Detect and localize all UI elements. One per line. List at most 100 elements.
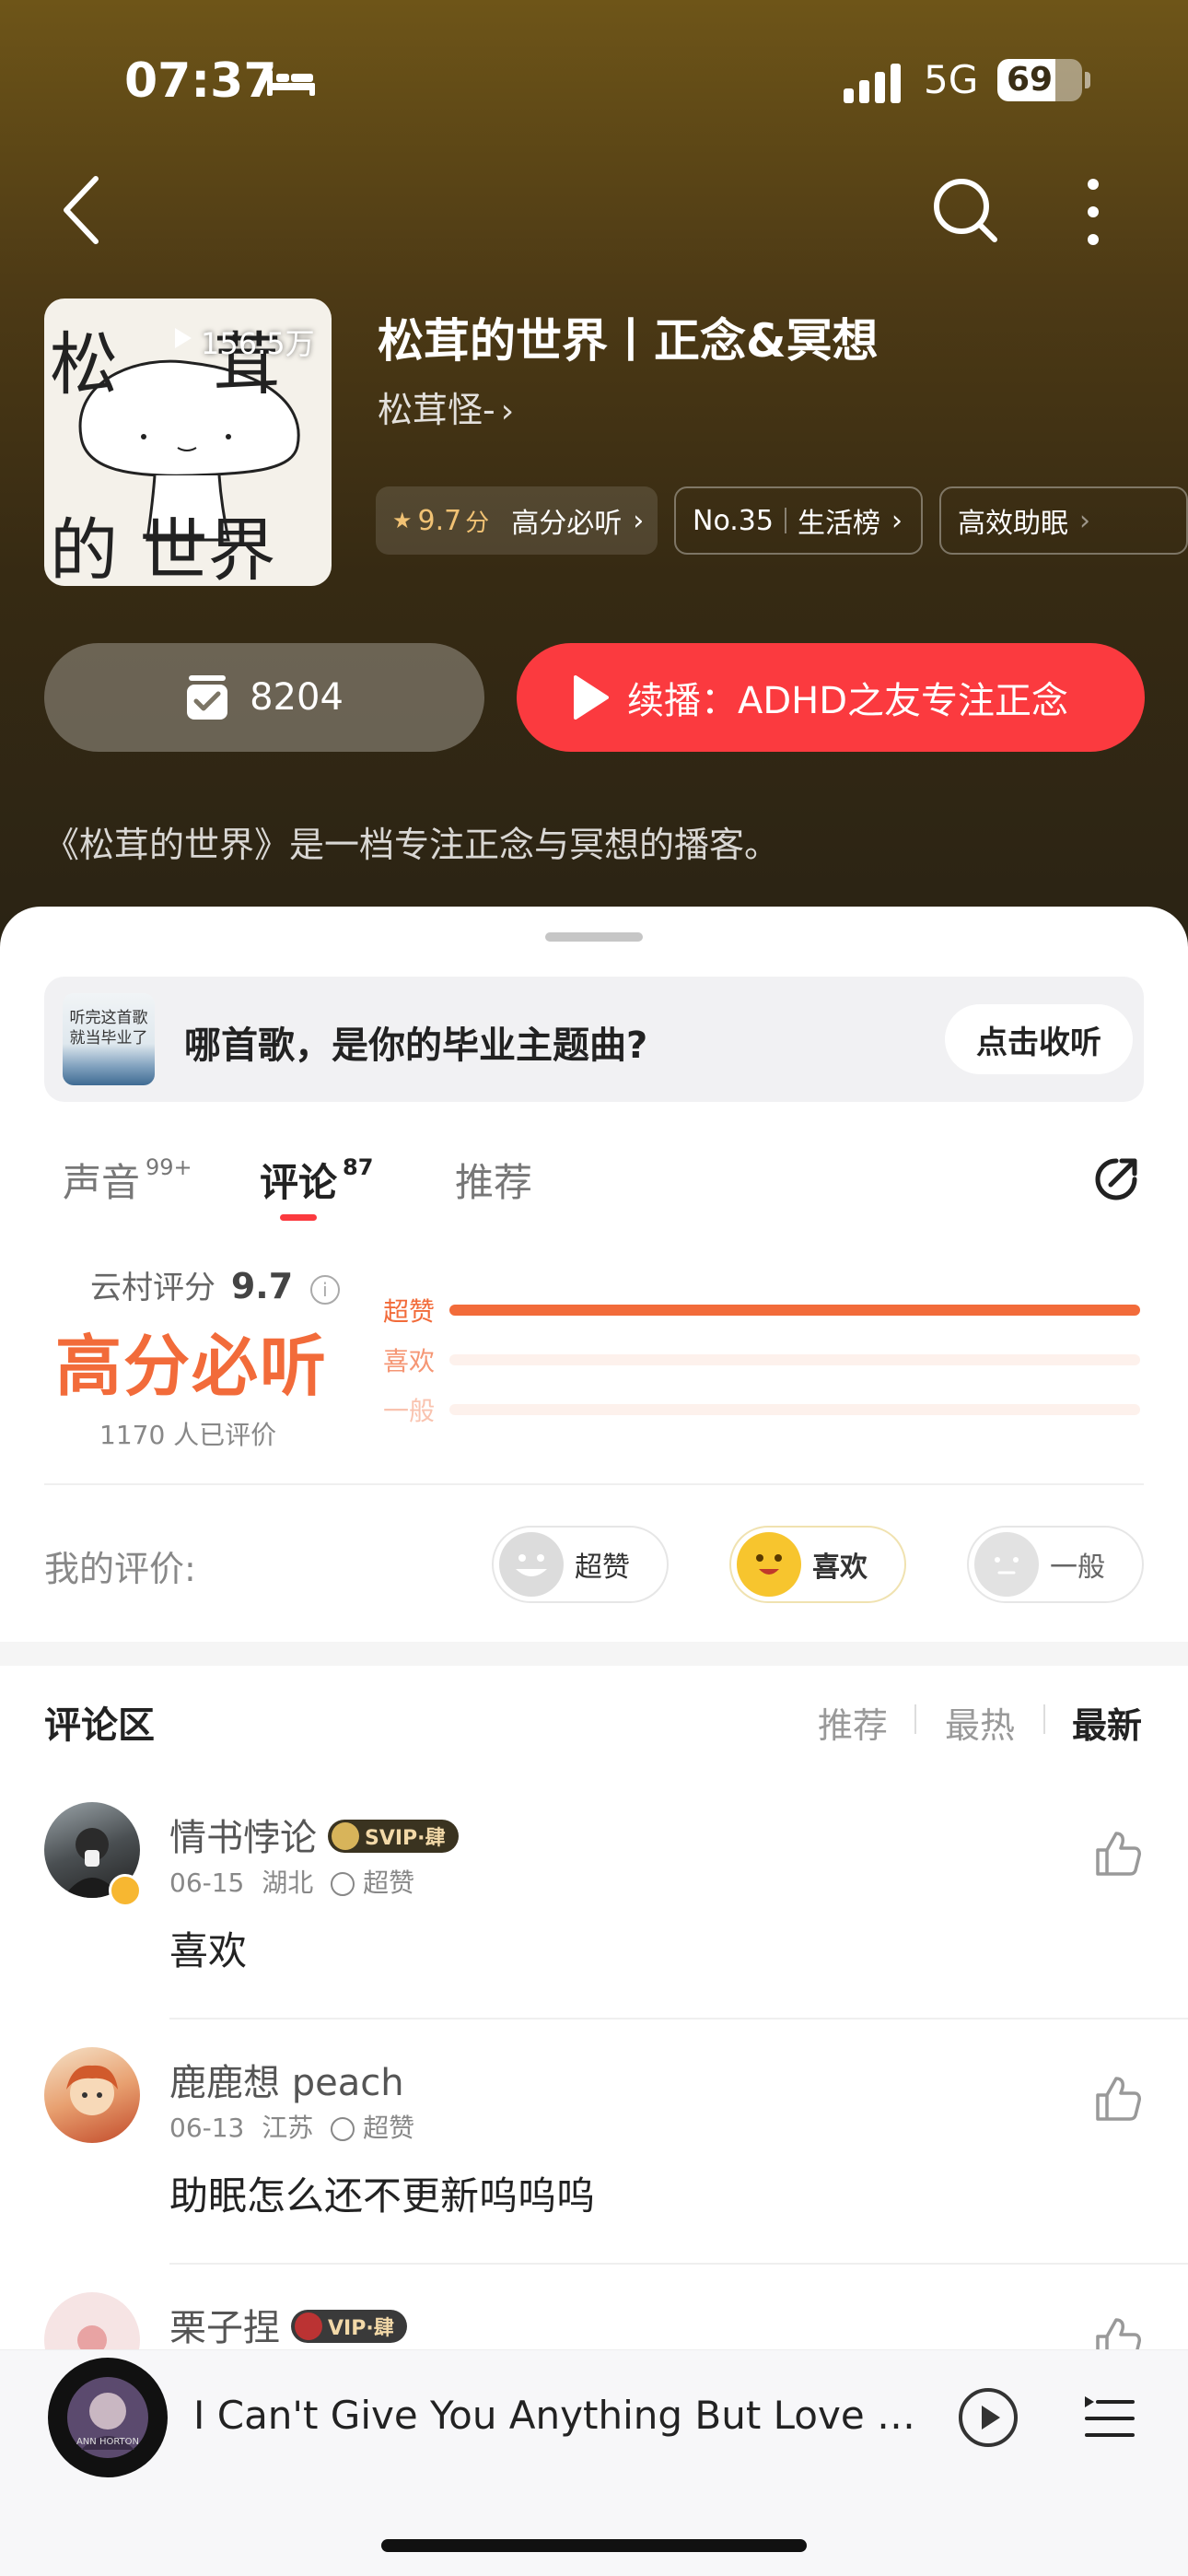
network-type: 5G xyxy=(924,57,979,102)
comment-date: 06-15 xyxy=(169,1868,245,1898)
chevron-right-icon: › xyxy=(633,504,645,537)
tag-divider xyxy=(784,508,786,533)
sort-newest[interactable]: 最新 xyxy=(1072,1697,1142,1748)
tab-comments[interactable]: 评论 87 xyxy=(260,1152,373,1208)
smile-face-icon xyxy=(737,1532,801,1597)
banner-thumbnail: 听完这首歌 就当毕业了 xyxy=(63,993,155,1085)
album-disc[interactable]: ANN HORTON xyxy=(48,2358,168,2477)
rank-tag[interactable]: No.35 生活榜 › xyxy=(674,486,923,555)
tab-comments-label: 评论 xyxy=(260,1160,338,1205)
tab-recommend[interactable]: 推荐 xyxy=(455,1152,532,1208)
rating-bar-fill xyxy=(449,1305,1140,1316)
star-icon: ★ xyxy=(392,508,413,533)
author-name: 松茸怪- xyxy=(378,390,495,430)
collect-count: 8204 xyxy=(250,676,344,719)
continue-play-button[interactable]: 续播： ADHD之友专注正念 xyxy=(517,643,1145,752)
svip-badge-text: SVIP·肆 xyxy=(365,1827,446,1850)
info-icon[interactable]: i xyxy=(309,1274,340,1305)
rate-super-button[interactable]: 超赞 xyxy=(492,1526,669,1603)
avatar[interactable] xyxy=(44,2292,140,2357)
podcast-title: 松茸的世界丨正念&冥想 xyxy=(378,314,879,368)
comment-item: 情书悖论 SVIP·肆 06-15 湖北 超赞 喜欢 xyxy=(0,1802,1188,2014)
rating-score-line: 云村评分 9.7 i xyxy=(90,1262,340,1307)
comment-divider xyxy=(169,2263,1188,2265)
collect-box-icon xyxy=(187,675,228,720)
rate-ok-label: 一般 xyxy=(1050,1551,1105,1584)
now-playing-title: I Can't Give You Anything But Love Ba... xyxy=(193,2393,921,2438)
share-icon[interactable] xyxy=(1090,1153,1142,1205)
podcast-description: 《松茸的世界》是一档专注正念与冥想的播客。 xyxy=(44,825,780,865)
battery-indicator: 69 xyxy=(997,59,1082,101)
sheet-drag-handle[interactable] xyxy=(545,932,643,942)
continue-episode-title: ADHD之友专注正念 xyxy=(738,680,1069,722)
sort-divider xyxy=(914,1704,916,1734)
play-icon[interactable] xyxy=(958,2387,1019,2448)
sort-recommend[interactable]: 推荐 xyxy=(818,1697,888,1748)
comment-meta: 06-13 江苏 超赞 xyxy=(169,2108,414,2145)
podcast-author[interactable]: 松茸怪- › xyxy=(378,381,514,432)
playlist-icon[interactable] xyxy=(1083,2391,1135,2442)
rating-bar-row: 超赞 xyxy=(383,1292,1147,1329)
like-thumb-icon[interactable] xyxy=(1092,2073,1144,2125)
rating-bar-track xyxy=(449,1354,1140,1365)
rating-score: 9.7 xyxy=(230,1266,294,1306)
comment-author[interactable]: 栗子捏 VIP·肆 xyxy=(169,2298,407,2351)
collect-button[interactable]: 8204 xyxy=(44,643,484,752)
search-icon[interactable] xyxy=(930,175,1000,245)
rate-ok-button[interactable]: 一般 xyxy=(967,1526,1144,1603)
category-label: 高效助眠 xyxy=(958,508,1068,540)
neutral-face-icon xyxy=(974,1532,1039,1597)
rating-unit: 分 xyxy=(465,509,490,537)
comment-author[interactable]: 鹿鹿想 peach xyxy=(169,2053,404,2106)
comment-item: 鹿鹿想 peach 06-13 江苏 超赞 助眠怎么还不更新呜呜呜 xyxy=(0,2047,1188,2259)
comment-text: 喜欢 xyxy=(169,1928,248,1973)
tab-sounds[interactable]: 声音 99+ xyxy=(63,1152,192,1208)
rank-label: 生活榜 xyxy=(797,508,880,540)
sort-hot[interactable]: 最热 xyxy=(945,1697,1015,1748)
comment-author[interactable]: 情书悖论 SVIP·肆 xyxy=(169,1808,459,1861)
sleep-focus-icon xyxy=(267,70,315,96)
like-thumb-icon[interactable] xyxy=(1092,1828,1144,1879)
rating-bar-row: 一般 xyxy=(383,1391,1147,1428)
vip-badge: VIP·肆 xyxy=(291,2310,407,2343)
rating-label: 高分必听 xyxy=(511,508,623,540)
comment-meta: 06-15 湖北 超赞 xyxy=(169,1863,414,1900)
play-count: 156.5万 xyxy=(201,326,315,361)
back-arrow-icon[interactable] xyxy=(61,175,101,245)
play-icon xyxy=(574,675,609,720)
comment-location: 江苏 xyxy=(262,2113,314,2143)
podcast-cover[interactable]: 松 茸 的 世界 156.5万 xyxy=(44,299,332,586)
chevron-right-icon: › xyxy=(500,392,515,430)
comment-item: 栗子捏 VIP·肆 xyxy=(0,2292,1188,2357)
vip-badge-text: VIP·肆 xyxy=(328,2317,394,2340)
status-bar: 07:37 5G 69 xyxy=(0,53,1188,118)
tab-recommend-label: 推荐 xyxy=(455,1160,533,1205)
vip-disc-icon xyxy=(295,2313,322,2340)
banner-thumb-line1: 听完这首歌 xyxy=(69,1009,148,1027)
rate-like-button[interactable]: 喜欢 xyxy=(729,1526,906,1603)
section-divider xyxy=(44,1483,1144,1485)
rating-bar-label: 一般 xyxy=(383,1396,436,1426)
comment-rating: 超赞 xyxy=(363,1868,415,1898)
rank-number: No.35 xyxy=(693,504,774,537)
tab-sounds-count: 99+ xyxy=(146,1154,192,1180)
comment-text: 助眠怎么还不更新呜呜呜 xyxy=(169,2173,596,2219)
status-time: 07:37 xyxy=(124,53,277,109)
more-options-icon[interactable] xyxy=(1079,177,1107,247)
rating-value: 9.7 xyxy=(417,504,462,537)
tab-sounds-label: 声音 xyxy=(63,1160,141,1205)
comment-rating: 超赞 xyxy=(363,2113,415,2143)
active-tab-indicator xyxy=(280,1214,317,1221)
continue-label: 续播： xyxy=(627,680,738,722)
banner-listen-button[interactable]: 点击收听 xyxy=(945,1004,1133,1074)
avatar[interactable] xyxy=(44,2047,140,2143)
verified-badge-icon xyxy=(109,1874,142,1907)
chevron-right-icon: › xyxy=(1079,504,1090,537)
rating-tag[interactable]: ★ 9.7 分 高分必听 › xyxy=(376,486,658,555)
cover-text-bottom: 的 世界 xyxy=(50,511,276,586)
promo-banner[interactable]: 听完这首歌 就当毕业了 哪首歌，是你的毕业主题曲? 点击收听 xyxy=(44,977,1144,1102)
grin-face-icon xyxy=(499,1532,564,1597)
home-indicator[interactable] xyxy=(381,2539,807,2552)
tab-comments-count: 87 xyxy=(343,1154,374,1180)
category-tag[interactable]: 高效助眠 › xyxy=(939,486,1188,555)
